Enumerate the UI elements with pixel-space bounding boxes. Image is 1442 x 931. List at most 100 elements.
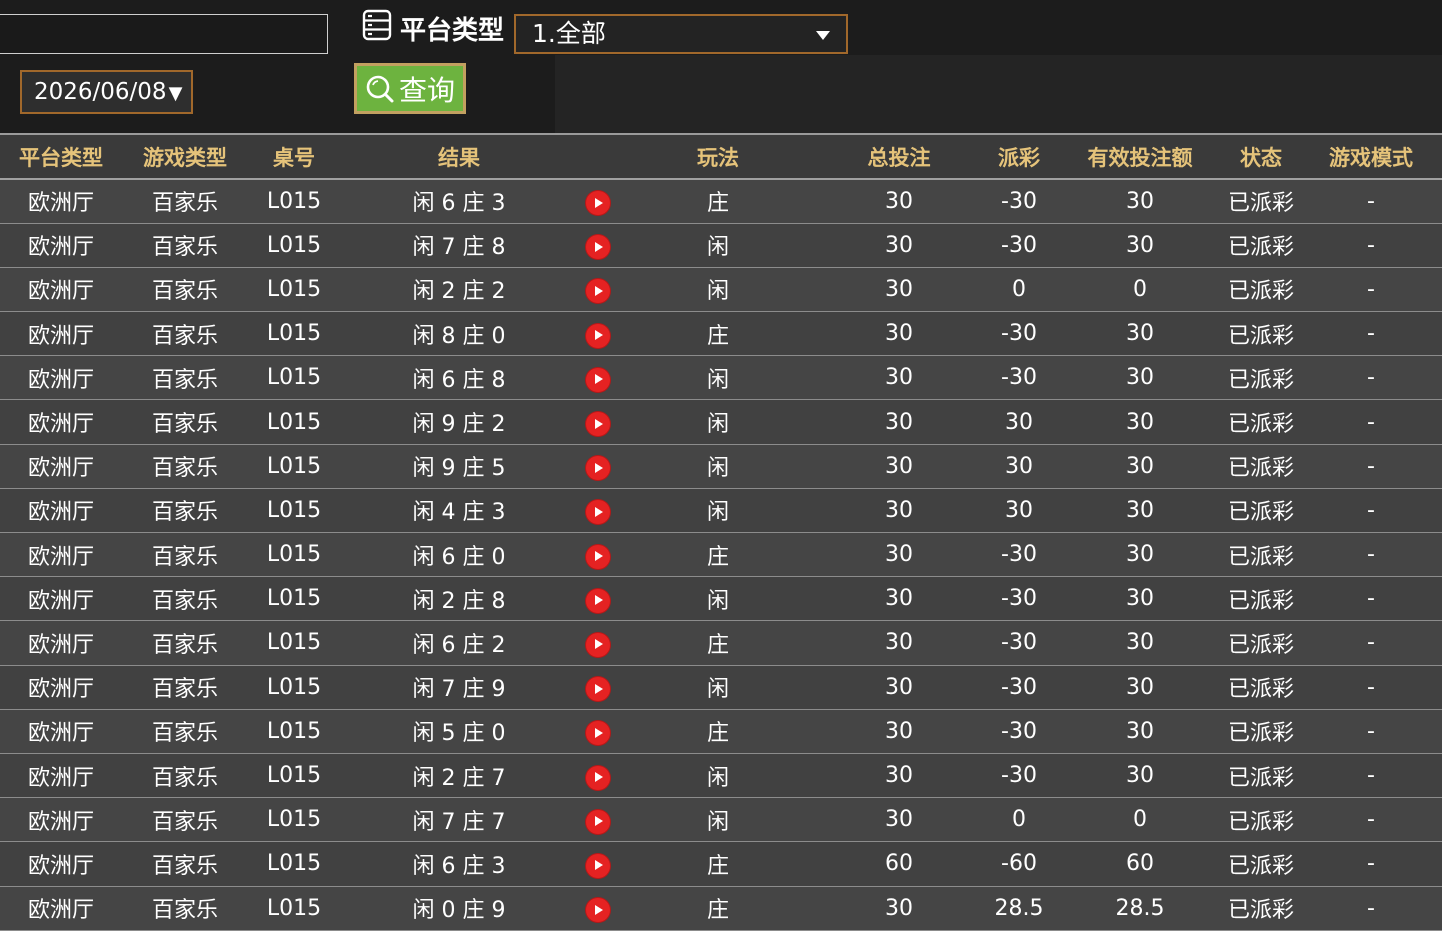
table-row: 欧洲厅 百家乐 L015 闲 6 庄 0 庄 30 -30 30 已派彩 - — [0, 532, 1442, 578]
replay-cell — [578, 753, 618, 799]
cell-play: 闲 — [618, 665, 818, 710]
play-icon[interactable] — [586, 544, 610, 569]
cell-status: 已派彩 — [1222, 179, 1300, 224]
cell-game: 百家乐 — [122, 665, 248, 710]
cell-game: 百家乐 — [122, 488, 248, 534]
cell-play: 闲 — [618, 797, 818, 843]
cell-game: 百家乐 — [122, 223, 248, 268]
cell-payout: -30 — [980, 532, 1058, 578]
cell-valid-bet: 30 — [1058, 355, 1222, 401]
replay-cell — [578, 532, 618, 578]
header-result[interactable]: 结果 — [340, 135, 578, 180]
cell-total-bet: 30 — [818, 576, 980, 622]
cell-table-no: L015 — [248, 841, 340, 887]
cell-play: 庄 — [618, 886, 818, 931]
play-icon[interactable] — [586, 279, 610, 304]
play-icon[interactable] — [586, 412, 610, 437]
replay-cell — [578, 355, 618, 401]
date-select[interactable]: 2026/06/08 ▼ — [20, 70, 193, 114]
cell-result: 闲 7 庄 7 — [340, 797, 578, 843]
play-icon[interactable] — [586, 853, 610, 878]
cell-payout: -30 — [980, 311, 1058, 357]
cell-valid-bet: 60 — [1058, 841, 1222, 887]
header-payout[interactable]: 派彩 — [980, 135, 1058, 180]
header-valid-bet[interactable]: 有效投注额 — [1058, 135, 1222, 180]
cell-status: 已派彩 — [1222, 620, 1300, 666]
cell-play: 庄 — [618, 311, 818, 357]
table-row: 欧洲厅 百家乐 L015 闲 9 庄 5 闲 30 30 30 已派彩 - — [0, 444, 1442, 489]
play-icon[interactable] — [586, 323, 610, 348]
play-icon[interactable] — [586, 456, 610, 481]
cell-total-bet: 30 — [818, 355, 980, 401]
table-header: 平台类型 游戏类型 桌号 结果 玩法 总投注 派彩 有效投注额 状态 游戏模式 — [0, 135, 1442, 180]
cell-game: 百家乐 — [122, 399, 248, 445]
cell-result: 闲 2 庄 8 — [340, 576, 578, 622]
platform-type-select[interactable]: 1.全部 — [514, 14, 848, 54]
query-button[interactable]: 查询 — [354, 63, 466, 114]
replay-cell — [578, 267, 618, 313]
table-row: 欧洲厅 百家乐 L015 闲 6 庄 3 庄 60 -60 60 已派彩 - — [0, 841, 1442, 887]
cell-result: 闲 2 庄 7 — [340, 753, 578, 799]
cell-play: 闲 — [618, 488, 818, 534]
header-status[interactable]: 状态 — [1222, 135, 1300, 180]
cell-play: 闲 — [618, 267, 818, 313]
cell-play: 闲 — [618, 399, 818, 445]
cell-status: 已派彩 — [1222, 753, 1300, 799]
play-icon[interactable] — [586, 765, 610, 790]
cell-result: 闲 2 庄 2 — [340, 267, 578, 313]
play-icon[interactable] — [586, 367, 610, 392]
cell-platform: 欧洲厅 — [0, 355, 122, 401]
cell-mode: - — [1300, 444, 1442, 489]
caret-down-icon — [816, 31, 830, 40]
play-icon[interactable] — [586, 500, 610, 525]
cell-table-no: L015 — [248, 179, 340, 224]
date-value: 2026/06/08 — [34, 79, 167, 105]
cell-table-no: L015 — [248, 311, 340, 357]
cell-result: 闲 7 庄 9 — [340, 665, 578, 710]
cell-status: 已派彩 — [1222, 223, 1300, 268]
cell-total-bet: 30 — [818, 620, 980, 666]
cell-game: 百家乐 — [122, 179, 248, 224]
cell-play: 闲 — [618, 223, 818, 268]
play-icon[interactable] — [586, 677, 610, 702]
cell-game: 百家乐 — [122, 576, 248, 622]
cell-game: 百家乐 — [122, 444, 248, 489]
cell-result: 闲 0 庄 9 — [340, 886, 578, 931]
header-platform[interactable]: 平台类型 — [0, 135, 122, 180]
table-row: 欧洲厅 百家乐 L015 闲 7 庄 9 闲 30 -30 30 已派彩 - — [0, 665, 1442, 710]
search-input[interactable] — [0, 14, 328, 54]
cell-game: 百家乐 — [122, 841, 248, 887]
cell-payout: 30 — [980, 444, 1058, 489]
table-row: 欧洲厅 百家乐 L015 闲 5 庄 0 庄 30 -30 30 已派彩 - — [0, 709, 1442, 754]
play-icon[interactable] — [586, 898, 610, 923]
header-total-bet[interactable]: 总投注 — [818, 135, 980, 180]
header-mode[interactable]: 游戏模式 — [1300, 135, 1442, 180]
cell-result: 闲 6 庄 3 — [340, 179, 578, 224]
play-icon[interactable] — [586, 235, 610, 260]
cell-table-no: L015 — [248, 576, 340, 622]
cell-status: 已派彩 — [1222, 841, 1300, 887]
cell-platform: 欧洲厅 — [0, 179, 122, 224]
cell-payout: -30 — [980, 223, 1058, 268]
cell-valid-bet: 30 — [1058, 444, 1222, 489]
cell-platform: 欧洲厅 — [0, 532, 122, 578]
play-icon[interactable] — [586, 191, 610, 216]
cell-status: 已派彩 — [1222, 665, 1300, 710]
play-icon[interactable] — [586, 632, 610, 657]
header-play[interactable]: 玩法 — [618, 135, 818, 180]
cell-status: 已派彩 — [1222, 886, 1300, 931]
play-icon[interactable] — [586, 588, 610, 613]
cell-total-bet: 30 — [818, 709, 980, 754]
play-icon[interactable] — [586, 809, 610, 834]
replay-cell — [578, 665, 618, 710]
play-icon[interactable] — [586, 721, 610, 746]
replay-cell — [578, 841, 618, 887]
cell-table-no: L015 — [248, 223, 340, 268]
cell-result: 闲 6 庄 3 — [340, 841, 578, 887]
cell-game: 百家乐 — [122, 311, 248, 357]
table-row: 欧洲厅 百家乐 L015 闲 6 庄 2 庄 30 -30 30 已派彩 - — [0, 620, 1442, 666]
header-game[interactable]: 游戏类型 — [122, 135, 248, 180]
cell-table-no: L015 — [248, 797, 340, 843]
header-table-no[interactable]: 桌号 — [248, 135, 340, 180]
replay-cell — [578, 886, 618, 931]
